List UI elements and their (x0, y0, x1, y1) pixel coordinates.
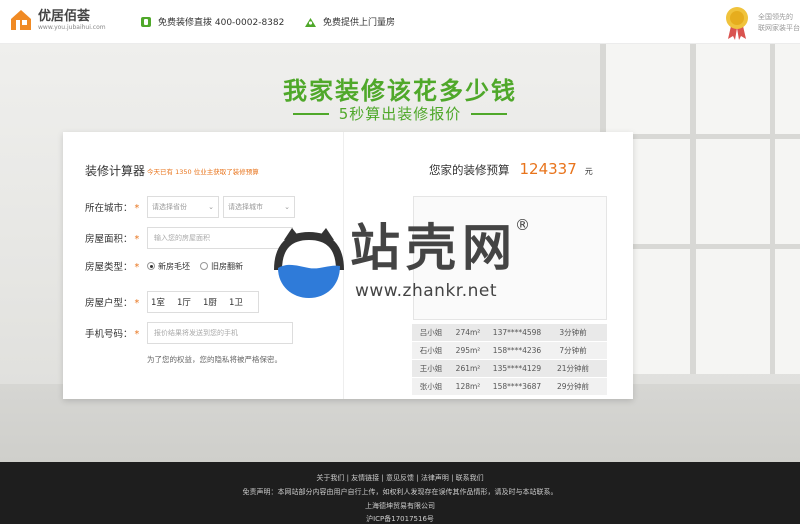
layout-baths[interactable]: 1卫 (229, 296, 255, 308)
budget-breakdown (413, 196, 607, 320)
city-row: 所在城市： * 请选择省份 ⌄ 请选择城市 ⌄ (85, 196, 299, 218)
phone-row: 手机号码： * 报价结果将发送到您的手机 (85, 322, 293, 344)
type-label: 房屋类型： * (85, 262, 140, 273)
city-label: 所在城市： * (85, 203, 140, 214)
footer: 关于我们 | 友情链接 | 意见反馈 | 法律声明 | 联系我们 免责声明：本网… (0, 462, 800, 524)
divider-line (471, 112, 508, 115)
layout-rooms[interactable]: 1室 (151, 296, 177, 308)
layout-halls[interactable]: 1厅 (177, 296, 203, 308)
footer-separator: | (416, 474, 419, 482)
phone-icon (141, 16, 151, 27)
budget-unit: 元 (584, 167, 593, 176)
logo-name: 优居佰荟 (38, 8, 91, 24)
layout-kitchens[interactable]: 1厨 (203, 296, 229, 308)
calculator-title: 装修计算器 (85, 164, 146, 178)
phone-input[interactable]: 报价结果将发送到您的手机 (147, 322, 293, 344)
budget-row: 您家的装修预算 124337 元 (429, 160, 593, 178)
footer-link-legal[interactable]: 法律声明 (421, 474, 449, 482)
footer-separator: | (381, 474, 384, 482)
privacy-note: 为了您的权益，您的隐私将被严格保密。 (147, 355, 282, 364)
header-slogan-line1: 全国领先的 (758, 13, 793, 21)
list-item: 石小姐 295m² 158****4236 7分钟前 (412, 342, 607, 359)
list-item: 吕小姐 274m² 137****4598 3分钟前 (412, 324, 607, 341)
logo-url: www.you.jubaihui.com (38, 23, 106, 31)
layout-row: 房屋户型： * 1室 1厅 1厨 1卫 (85, 291, 259, 313)
list-item: 王小姐 261m² 135****4129 21分钟前 (412, 360, 607, 377)
area-input[interactable]: 输入您的房屋面积 (147, 227, 293, 249)
footer-disclaimer: 免责声明：本网站部分内容由用户自行上传，如权利人发现存在误传其作品情形，请及时与… (242, 488, 558, 496)
province-select[interactable]: 请选择省份 ⌄ (147, 196, 219, 218)
area-row: 房屋面积： * 输入您的房屋面积 (85, 227, 293, 249)
type-row: 房屋类型： * 新房毛坯 旧房翻新 (85, 259, 253, 274)
calculator-panel: 装修计算器 今天已有 1350 位业主获取了装修预算 所在城市： * 请选择省份 ⌄… (63, 132, 633, 399)
type-new-radio[interactable]: 新房毛坯 (147, 261, 190, 272)
recent-orders: 吕小姐 274m² 137****4598 3分钟前 石小姐 295m² 158****4… (412, 324, 607, 396)
medal-icon (724, 6, 750, 43)
budget-label: 您家的装修预算 (429, 163, 510, 177)
footer-separator: | (346, 474, 349, 482)
phone-label: 手机号码： * (85, 329, 140, 340)
footer-separator: | (451, 474, 454, 482)
hotline-text: 免费装修直拨 400-0002-8382 (158, 18, 285, 28)
footer-link-contact[interactable]: 联系我们 (456, 474, 484, 482)
hotline[interactable]: 免费装修直拨 400-0002-8382 (140, 15, 284, 28)
header-slogan: 全国领先的 联网家装平台 (758, 12, 800, 34)
footer-icp[interactable]: 沪ICP备17017516号 (0, 514, 800, 524)
hero-subslogan-row: 5秒算出装修报价 (0, 103, 800, 124)
house-logo-icon (9, 8, 33, 32)
chevron-down-icon: ⌄ (208, 203, 214, 211)
hero-subslogan: 5秒算出装修报价 (338, 105, 462, 123)
note-prefix: 今天已有 (147, 168, 173, 176)
measure-text: 免费提供上门量房 (323, 18, 396, 28)
panel-divider (343, 132, 344, 399)
calculator-note: 今天已有 1350 位业主获取了装修预算 (147, 166, 259, 176)
home-measure-icon (305, 17, 316, 27)
footer-company: 上海德坤贸易有限公司 (365, 502, 435, 510)
note-count: 1350 (175, 168, 192, 176)
measure-service[interactable]: 免费提供上门量房 (304, 15, 395, 28)
area-label: 房屋面积： * (85, 234, 140, 245)
budget-value: 124337 (519, 160, 577, 178)
layout-selector[interactable]: 1室 1厅 1厨 1卫 (147, 291, 259, 313)
divider-line (292, 112, 329, 115)
footer-links: 关于我们 | 友情链接 | 意见反馈 | 法律声明 | 联系我们 (0, 473, 800, 483)
logo[interactable]: 优居佰荟 www.you.jubaihui.com (9, 8, 106, 32)
city-select[interactable]: 请选择城市 ⌄ (223, 196, 295, 218)
hero-slogan: 我家装修该花多少钱 (283, 77, 517, 105)
footer-link-friends[interactable]: 友情链接 (351, 474, 379, 482)
list-item: 张小姐 128m² 158****3687 29分钟前 (412, 378, 607, 395)
header-slogan-line2: 联网家装平台 (758, 24, 800, 32)
top-header: 优居佰荟 www.you.jubaihui.com 免费装修直拨 400-000… (0, 0, 800, 44)
chevron-down-icon: ⌄ (284, 203, 290, 211)
layout-label: 房屋户型： * (85, 298, 140, 309)
footer-link-about[interactable]: 关于我们 (316, 474, 344, 482)
note-suffix: 位业主获取了装修预算 (193, 168, 259, 176)
footer-link-feedback[interactable]: 意见反馈 (386, 474, 414, 482)
type-old-radio[interactable]: 旧房翻新 (200, 261, 243, 272)
